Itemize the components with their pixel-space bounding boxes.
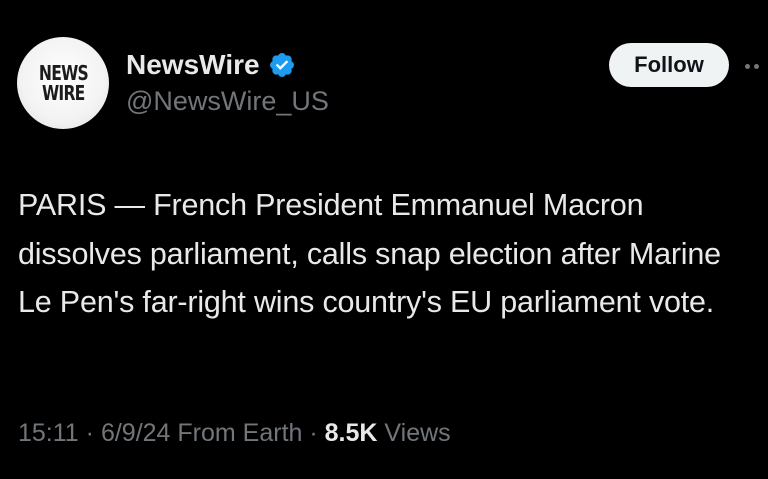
- tweet-source: From Earth: [177, 419, 303, 447]
- avatar[interactable]: NEWS WIRE: [17, 37, 109, 129]
- tweet-time[interactable]: 15:11: [18, 419, 79, 447]
- follow-button[interactable]: Follow: [609, 43, 729, 87]
- views-label: Views: [384, 419, 451, 447]
- tweet-text: PARIS — French President Emmanuel Macron…: [18, 188, 721, 319]
- avatar-logo-line2: WIRE: [41, 81, 85, 105]
- author-name-row: NewsWire: [126, 47, 296, 83]
- views-count[interactable]: 8.5K: [325, 419, 378, 447]
- verified-badge-icon[interactable]: [268, 51, 296, 79]
- tweet-date[interactable]: 6/9/24: [101, 419, 171, 447]
- tweet-metadata: 15:11 · 6/9/24 From Earth · 8.5K Views: [18, 419, 451, 448]
- meta-separator: ·: [302, 419, 325, 447]
- author-handle[interactable]: @NewsWire_US: [126, 86, 329, 117]
- tweet-card: NEWS WIRE NewsWire @NewsWire_US Follow P…: [0, 0, 768, 479]
- display-name[interactable]: NewsWire: [126, 49, 260, 81]
- meta-separator: ·: [78, 419, 101, 447]
- avatar-logo-line1: NEWS: [38, 61, 88, 85]
- more-options-icon[interactable]: [745, 56, 768, 72]
